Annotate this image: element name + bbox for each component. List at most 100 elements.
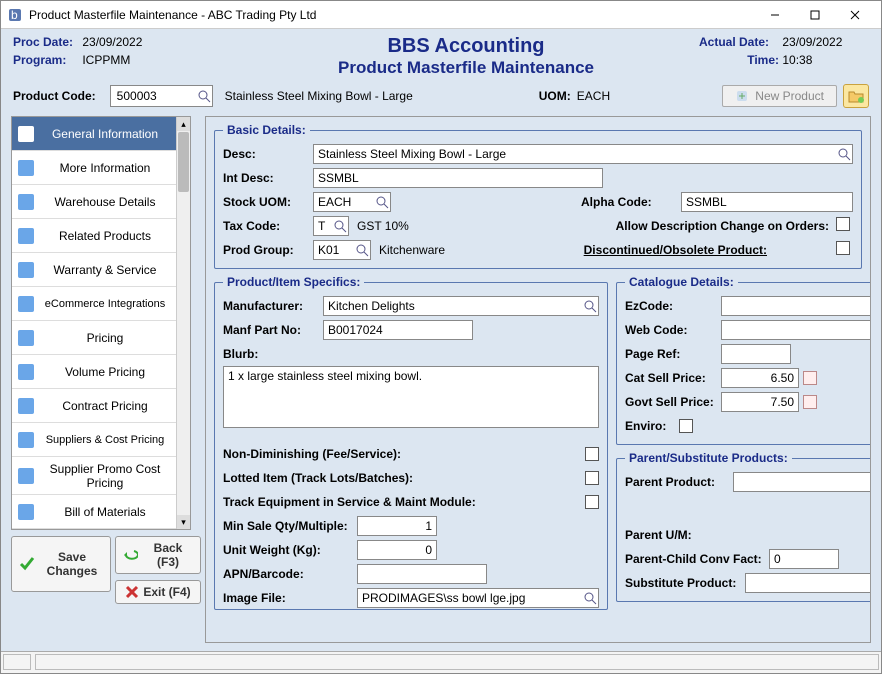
back-label: Back (F3) [142,541,194,569]
product-code-input[interactable] [111,86,196,106]
sidebar-item-contract[interactable]: Contract Pricing [12,389,176,423]
prodgrp-label: Prod Group: [223,243,309,257]
sidebar-item-general[interactable]: General Information [12,117,176,151]
parent-input[interactable] [734,473,871,491]
sidebar-item-volume[interactable]: Volume Pricing [12,355,176,389]
sidebar-item-pricing[interactable]: Pricing [12,321,176,355]
manuf-input[interactable] [324,297,582,315]
web-label: Web Code: [625,323,717,337]
proc-date: 23/09/2022 [82,35,142,49]
track-checkbox[interactable] [585,495,599,509]
actual-date-label: Actual Date: [699,35,779,49]
catalogue-group: Catalogue Details: EzCode: Web Code: Pag… [616,275,871,445]
apn-label: APN/Barcode: [223,567,353,581]
minimize-button[interactable] [755,3,795,27]
search-icon[interactable] [374,194,390,210]
prodgrp-input[interactable] [314,241,354,259]
search-icon[interactable] [836,146,852,162]
allow-label: Allow Description Change on Orders: [616,219,829,233]
suppliers-icon [18,432,34,448]
search-icon[interactable] [354,242,370,258]
govt-input[interactable] [721,392,799,412]
allow-checkbox[interactable] [836,217,850,231]
save-button[interactable]: Save Changes [11,536,111,592]
calculator-icon[interactable] [803,371,817,385]
track-label: Track Equipment in Service & Maint Modul… [223,495,581,509]
window-title: Product Masterfile Maintenance - ABC Tra… [29,8,755,22]
time-value: 10:38 [782,53,812,67]
sidebar-item-warranty[interactable]: Warranty & Service [12,253,176,287]
intdesc-input[interactable] [313,168,603,188]
sidebar-item-related[interactable]: Related Products [12,219,176,253]
sidebar-item-promo[interactable]: Supplier Promo Cost Pricing [12,457,176,495]
ecommerce-icon [18,296,34,312]
sidebar-item-label: Warranty & Service [40,263,170,277]
folder-button[interactable] [843,84,869,108]
alpha-input[interactable] [681,192,853,212]
blurb-input[interactable] [223,366,599,428]
conv-label: Parent-Child Conv Fact: [625,552,765,566]
new-product-label: New Product [755,89,824,103]
scroll-thumb[interactable] [178,132,189,192]
back-button[interactable]: Back (F3) [115,536,201,574]
webcode-input[interactable] [721,320,871,340]
check-icon [18,555,36,573]
sidebar-item-label: Related Products [40,229,170,243]
tax-label: Tax Code: [223,219,309,233]
sidebar-item-ecommerce[interactable]: eCommerce Integrations [12,287,176,321]
volume-icon [18,364,34,380]
maximize-button[interactable] [795,3,835,27]
exit-button[interactable]: Exit (F4) [115,580,201,604]
more-icon [18,160,34,176]
folder-icon [848,89,864,103]
catsell-input[interactable] [721,368,799,388]
ezcode-input[interactable] [721,296,871,316]
calculator-icon[interactable] [803,395,817,409]
scroll-up-icon[interactable]: ▴ [177,117,190,131]
enviro-checkbox[interactable] [679,419,693,433]
search-icon[interactable] [582,590,598,606]
related-icon [18,228,34,244]
stockuom-input[interactable] [314,193,374,211]
specifics-group: Product/Item Specifics: Manufacturer: Ma… [214,275,608,610]
desc-input[interactable] [314,145,836,163]
unitw-label: Unit Weight (Kg): [223,543,353,557]
partno-input[interactable] [323,320,473,340]
product-code-label: Product Code: [13,89,96,103]
sidebar-item-label: Volume Pricing [40,365,170,379]
unitw-input[interactable] [357,540,437,560]
imgfile-label: Image File: [223,591,353,605]
exit-label: Exit (F4) [143,585,190,599]
sidebar-item-label: Supplier Promo Cost Pricing [40,462,170,490]
sidebar-item-bom[interactable]: Bill of Materials [12,495,176,529]
save-label: Save Changes [40,550,104,578]
minsale-input[interactable] [357,516,437,536]
new-product-button[interactable]: New Product [722,85,837,107]
scroll-down-icon[interactable]: ▾ [177,515,190,529]
time-label: Time: [699,53,779,67]
search-icon[interactable] [582,298,598,314]
discontinued-checkbox[interactable] [836,241,850,255]
discontinued-label: Discontinued/Obsolete Product: [584,243,767,257]
nondim-checkbox[interactable] [585,447,599,461]
sidebar-item-label: Warehouse Details [40,195,170,209]
sidebar-scrollbar[interactable]: ▴ ▾ [176,117,190,529]
search-icon[interactable] [332,218,348,234]
search-icon[interactable] [196,88,212,104]
sidebar-item-suppliers[interactable]: Suppliers & Cost Pricing [12,423,176,457]
sub-input[interactable] [746,574,871,592]
apn-input[interactable] [357,564,487,584]
close-button[interactable] [835,3,875,27]
lotted-checkbox[interactable] [585,471,599,485]
basic-details-group: Basic Details: Desc: Int Desc: Stock UOM… [214,123,862,269]
basic-legend: Basic Details: [223,123,310,137]
imgfile-input[interactable] [358,589,582,607]
exit-icon [125,585,139,599]
sidebar-item-label: Suppliers & Cost Pricing [40,434,170,446]
sidebar-item-warehouse[interactable]: Warehouse Details [12,185,176,219]
pageref-input[interactable] [721,344,791,364]
conv-input[interactable] [769,549,839,569]
tax-input[interactable] [314,217,332,235]
sidebar-item-more[interactable]: More Information [12,151,176,185]
pum-label: Parent U/M: [625,528,692,542]
